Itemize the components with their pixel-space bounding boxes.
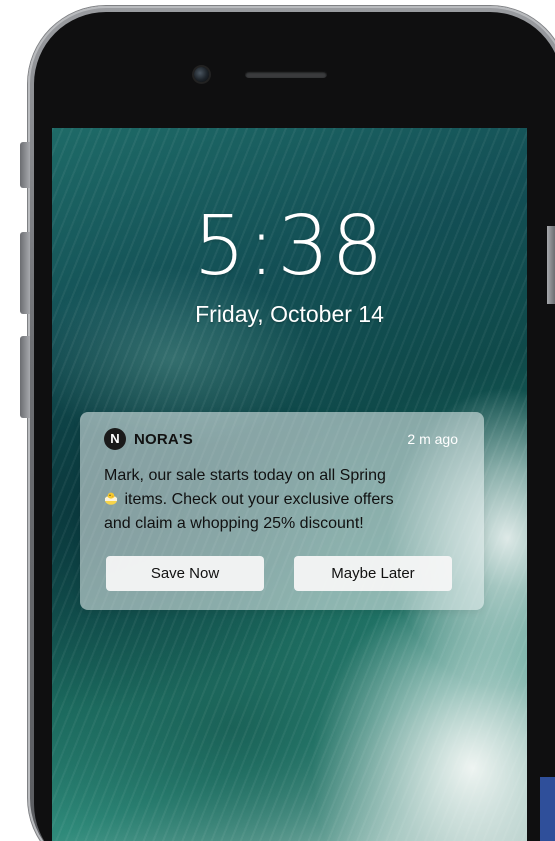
hatching-chick-icon — [105, 492, 117, 505]
front-camera — [194, 67, 209, 82]
notification-time: 2 m ago — [407, 431, 458, 447]
earpiece-speaker — [245, 71, 327, 78]
message-line-2-text: items. Check out your exclusive offers — [120, 491, 394, 508]
maybe-later-button[interactable]: Maybe Later — [294, 556, 452, 591]
screenshot-stage: 5:38 Friday, October 14 N NORA'S 2 m ago… — [0, 0, 555, 841]
notification-header: N NORA'S 2 m ago — [104, 428, 458, 452]
message-line-1: Mark, our sale starts today on all Sprin… — [104, 467, 386, 484]
save-now-button[interactable]: Save Now — [106, 556, 264, 591]
lock-screen-date: Friday, October 14 — [195, 301, 384, 327]
message-line-2: items. Check out your exclusive offers — [104, 488, 464, 512]
message-line-3: and claim a whopping 25% discount! — [104, 515, 364, 532]
notification-message: Mark, our sale starts today on all Sprin… — [104, 464, 464, 536]
volume-down-button — [20, 336, 30, 418]
power-button — [547, 226, 555, 304]
lock-screen-time: 5:38 — [193, 199, 386, 294]
mute-switch — [20, 142, 30, 188]
lock-screen: 5:38 Friday, October 14 N NORA'S 2 m ago… — [52, 128, 527, 841]
push-notification[interactable]: N NORA'S 2 m ago Mark, our sale starts t… — [80, 412, 484, 610]
corner-accent — [540, 777, 555, 841]
volume-up-button — [20, 232, 30, 314]
app-name: NORA'S — [134, 431, 193, 448]
app-icon: N — [104, 428, 126, 450]
